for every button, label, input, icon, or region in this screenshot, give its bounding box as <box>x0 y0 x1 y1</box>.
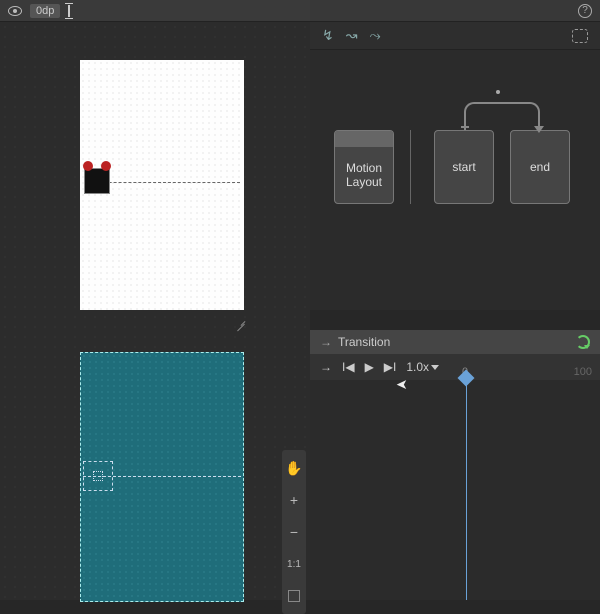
transition-edge[interactable] <box>464 102 540 130</box>
motion-graph: Motion Layout start end <box>310 50 600 310</box>
transition-edge-start-cap <box>461 126 469 128</box>
zoom-reset-button[interactable]: 1:1 <box>282 552 306 576</box>
dp-indicator[interactable]: 0dp <box>30 4 60 18</box>
playhead-line[interactable] <box>466 380 467 600</box>
motion-layout-node[interactable]: Motion Layout <box>334 130 394 204</box>
zoom-in-icon[interactable]: + <box>282 488 306 512</box>
timeline[interactable]: 0 100 <box>310 380 600 600</box>
motion-layout-label-2: Layout <box>335 175 393 189</box>
pan-icon[interactable]: ✋ <box>282 456 306 480</box>
text-cursor-icon[interactable] <box>68 5 70 17</box>
create-constraintset-icon[interactable]: ↯ <box>322 27 334 44</box>
design-toolbar: 0dp <box>0 0 310 22</box>
transition-midpoint-icon <box>496 90 500 94</box>
motion-view-widget[interactable] <box>84 168 110 194</box>
transition-playback-toolbar: → I◀ ▶ ▶I 1.0x <box>310 354 600 380</box>
graph-separator <box>410 130 411 204</box>
motion-toolbar: ↯ ↝ ⤳ <box>310 22 600 50</box>
playback-speed-dropdown[interactable]: 1.0x <box>406 360 439 374</box>
chevron-down-icon <box>431 365 439 370</box>
skip-forward-icon[interactable]: ▶I <box>384 360 397 374</box>
transition-title: Transition <box>338 335 390 349</box>
motion-toolbar-strip: ? <box>310 0 600 22</box>
motion-layout-node-header <box>335 131 393 147</box>
zoom-toolbar: ✋ + − 1:1 <box>282 450 306 614</box>
canvas-resize-handle[interactable] <box>232 314 246 328</box>
visibility-icon[interactable] <box>8 6 22 16</box>
mouse-cursor-icon: ➤ <box>396 376 408 393</box>
surface-icon[interactable] <box>572 29 588 43</box>
transition-panel-header: → Transition <box>310 330 600 354</box>
design-canvas[interactable] <box>80 60 244 310</box>
help-icon[interactable]: ? <box>578 4 592 18</box>
start-label: start <box>435 160 493 174</box>
design-surface-panel <box>0 22 310 600</box>
play-icon[interactable]: ▶ <box>365 360 374 374</box>
create-click-icon[interactable]: ⤳ <box>369 27 380 44</box>
skip-back-icon[interactable]: I◀ <box>342 360 355 374</box>
end-constraintset-node[interactable]: end <box>510 130 570 204</box>
zoom-fit-icon[interactable] <box>282 584 306 608</box>
start-constraintset-node[interactable]: start <box>434 130 494 204</box>
playback-speed-label: 1.0x <box>406 360 429 374</box>
end-label: end <box>511 160 569 174</box>
blueprint-widget-center <box>93 471 103 481</box>
transition-edge-arrowhead-icon <box>534 126 544 133</box>
transition-arrow-icon: → <box>320 335 332 349</box>
go-to-end-icon[interactable]: → <box>320 360 332 374</box>
timeline-end-tick: 100 <box>574 366 592 378</box>
motion-layout-label-1: Motion <box>335 161 393 175</box>
cycle-icon[interactable] <box>576 335 590 349</box>
blueprint-canvas[interactable] <box>80 352 244 602</box>
create-transition-icon[interactable]: ↝ <box>346 27 358 44</box>
zoom-out-icon[interactable]: − <box>282 520 306 544</box>
